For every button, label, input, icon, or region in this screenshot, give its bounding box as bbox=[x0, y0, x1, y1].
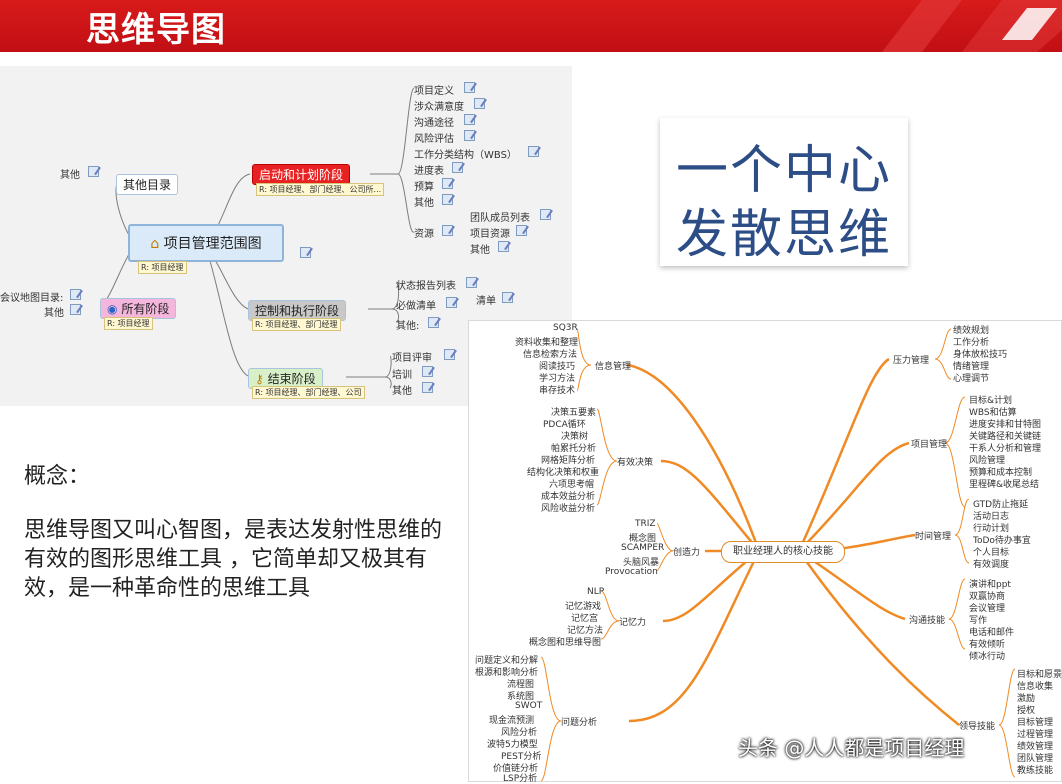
header-bar: 思维导图 bbox=[0, 0, 1062, 52]
leaf-project-review: 项目评审 bbox=[392, 353, 432, 364]
note-icon bbox=[428, 317, 439, 328]
closing-tag: R: 项目经理、部门经理、公司 bbox=[252, 386, 365, 399]
leaf: 概念图和思维导图 bbox=[529, 638, 602, 648]
page-title: 思维导图 bbox=[86, 10, 226, 50]
manager-skills-mindmap: 职业经理人的核心技能 信息管理 有效决策 创造力 记忆力 问题分析 压力管理 项… bbox=[468, 320, 1062, 784]
leaf: 风险收益分析 bbox=[541, 504, 596, 514]
leaf: 串存技术 bbox=[539, 386, 576, 396]
concept-card: 一个中心 发散思维 bbox=[660, 118, 908, 266]
leaf: SQ3R bbox=[553, 323, 578, 333]
initiation-tag: R: 项目经理、部门经理、公司所... bbox=[256, 183, 385, 196]
note-icon bbox=[88, 166, 99, 177]
leaf-communication: 沟通途径 bbox=[414, 118, 454, 129]
brand-logo-graphic bbox=[882, 0, 1062, 52]
watermark: 头条 @人人都是项目经理 bbox=[738, 736, 965, 760]
note-icon bbox=[502, 292, 513, 303]
leaf: SCAMPER bbox=[621, 543, 665, 553]
branch-communication[interactable]: 沟通技能 bbox=[909, 613, 945, 626]
leaf-resources: 资源 bbox=[414, 229, 434, 240]
branch-effective-decision[interactable]: 有效决策 bbox=[617, 455, 653, 468]
root-label: 项目管理范围图 bbox=[163, 236, 262, 252]
leaf-meeting-map: 会议地图目录: bbox=[0, 293, 64, 304]
branch-creativity[interactable]: 创造力 bbox=[673, 545, 700, 558]
leaf: SWOT bbox=[515, 701, 543, 711]
leaf: 倾冰行动 bbox=[969, 652, 1006, 662]
note-icon bbox=[422, 382, 433, 393]
leaf: TRIZ bbox=[635, 519, 656, 529]
leaf-training: 培训 bbox=[392, 370, 412, 381]
concept-heading: 概念： bbox=[24, 464, 91, 489]
note-icon bbox=[466, 277, 477, 288]
control-tag: R: 项目经理、部门经理 bbox=[252, 318, 341, 331]
leaf-risk-assessment: 风险评估 bbox=[414, 134, 454, 145]
root-tag: R: 项目经理 bbox=[138, 261, 187, 274]
leaf-stakeholder-satisfaction: 涉众满意度 bbox=[414, 102, 464, 113]
note-icon bbox=[442, 178, 453, 189]
leaf-project-resources: 项目资源 bbox=[470, 229, 510, 240]
note-icon bbox=[528, 146, 539, 157]
key-icon: ⚷ bbox=[255, 372, 264, 386]
note-icon bbox=[442, 225, 453, 236]
note-icon bbox=[464, 82, 475, 93]
leaf: 有效调度 bbox=[973, 560, 1010, 570]
all-stages-tag: R: 项目经理 bbox=[104, 317, 153, 330]
concept-line-2: 发散思维 bbox=[675, 205, 892, 265]
note-icon bbox=[446, 297, 457, 308]
leaf: 里程碑&收尾总结 bbox=[969, 480, 1040, 490]
leaf-other: 其他 bbox=[60, 170, 80, 181]
branch-info-management[interactable]: 信息管理 bbox=[595, 359, 631, 372]
leaf-other: 其他 bbox=[44, 308, 64, 319]
leaf: LSP分析 bbox=[503, 774, 538, 784]
leaf-other: 其他 bbox=[470, 245, 490, 256]
note-icon bbox=[444, 349, 455, 360]
branch-all-stages[interactable]: ◉ 所有阶段 bbox=[100, 298, 177, 319]
branch-stress-management[interactable]: 压力管理 bbox=[893, 353, 929, 366]
note-icon bbox=[70, 304, 81, 315]
branch-memory[interactable]: 记忆力 bbox=[619, 615, 646, 628]
leaf-schedule: 进度表 bbox=[414, 166, 444, 177]
note-icon bbox=[540, 209, 551, 220]
note-icon bbox=[516, 225, 527, 236]
note-icon bbox=[70, 289, 81, 300]
note-icon bbox=[422, 366, 433, 377]
leaf-checklist: 清单 bbox=[476, 296, 496, 307]
note-icon bbox=[474, 98, 485, 109]
branch-problem-analysis[interactable]: 问题分析 bbox=[561, 715, 597, 728]
note-icon bbox=[442, 194, 453, 205]
leaf: 教练技能 bbox=[1017, 766, 1054, 776]
leaf-wbs: 工作分类结构（WBS） bbox=[414, 150, 517, 161]
branch-leadership[interactable]: 领导技能 bbox=[959, 719, 995, 732]
branch-project-management[interactable]: 项目管理 bbox=[911, 437, 947, 450]
home-icon: ⌂ bbox=[150, 236, 160, 252]
note-icon bbox=[464, 114, 475, 125]
note-icon bbox=[498, 241, 509, 252]
note-icon bbox=[464, 130, 475, 141]
branch-time-management[interactable]: 时间管理 bbox=[915, 529, 951, 542]
branch-initiation-planning[interactable]: 启动和计划阶段 bbox=[252, 164, 351, 185]
concept-body: 思维导图又叫心智图，是表达发射性思维的有效的图形思维工具 ，它简单却又极其有效，… bbox=[24, 518, 443, 601]
leaf-budget: 预算 bbox=[414, 182, 434, 193]
note-icon bbox=[300, 247, 311, 258]
note-icon bbox=[452, 162, 463, 173]
leaf-must-do: 必做清单 bbox=[396, 301, 436, 312]
leaf-other: 其他 bbox=[414, 198, 434, 209]
center-node[interactable]: 职业经理人的核心技能 bbox=[721, 541, 845, 563]
globe-icon: ◉ bbox=[107, 302, 118, 316]
leaf-team-list: 团队成员列表 bbox=[470, 213, 530, 224]
leaf-project-definition: 项目定义 bbox=[414, 86, 454, 97]
leaf-other: 其他: bbox=[396, 321, 420, 332]
root-node[interactable]: ⌂ 项目管理范围图 bbox=[128, 224, 284, 262]
branch-other-directory[interactable]: 其他目录 bbox=[116, 174, 179, 195]
leaf-other: 其他 bbox=[392, 386, 412, 397]
leaf: NLP bbox=[587, 587, 605, 597]
leaf-status-report: 状态报告列表 bbox=[396, 281, 456, 292]
leaf: Provocation bbox=[605, 567, 658, 577]
leaf: 心理调节 bbox=[953, 374, 990, 384]
